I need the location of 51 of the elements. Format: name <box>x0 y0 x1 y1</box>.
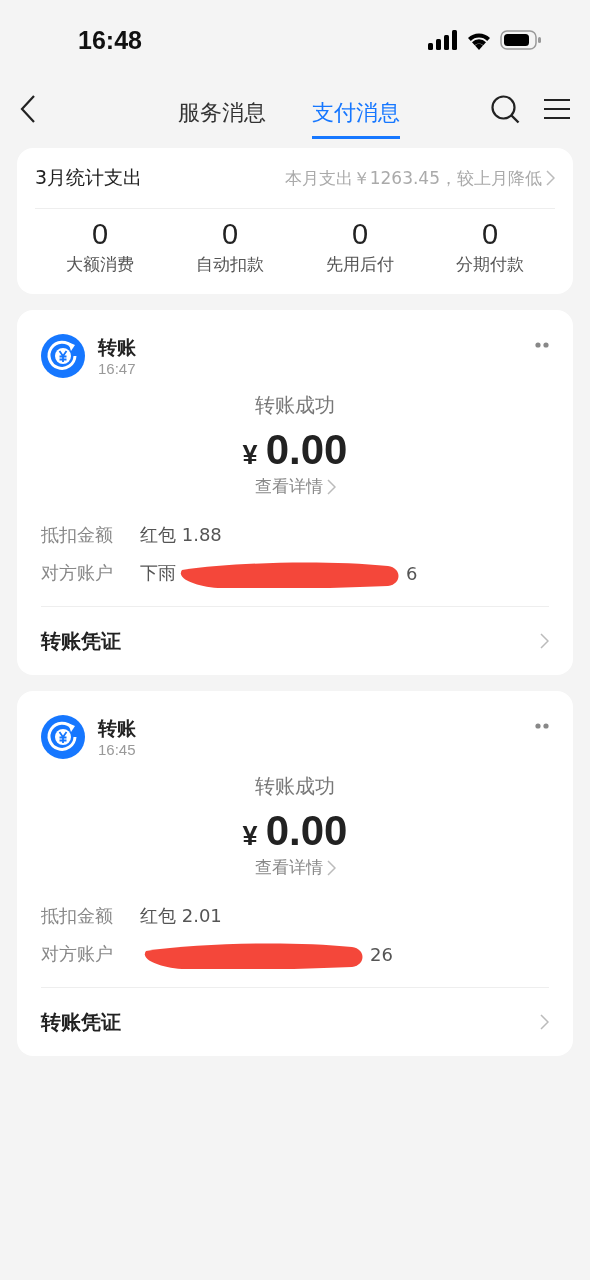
battery-icon <box>500 30 542 50</box>
message-title: 转账 <box>98 335 137 360</box>
field-label: 对方账户 <box>41 561 114 585</box>
stat-value: 0 <box>221 217 239 252</box>
menu-icon[interactable] <box>544 98 570 120</box>
voucher-link[interactable]: 转账凭证 <box>41 627 121 655</box>
details-link[interactable]: 查看详情 <box>254 475 323 498</box>
amount: 0.00 <box>265 427 348 473</box>
tab[interactable]: 服务消息 <box>177 87 266 139</box>
chevron-icon <box>540 1014 549 1030</box>
stat-label: 自动扣款 <box>196 253 264 276</box>
field-label: 抵扣金额 <box>41 904 114 928</box>
field-value: 26 <box>370 943 393 965</box>
transfer-status: 转账成功 <box>255 392 335 419</box>
chevron-icon <box>326 478 336 495</box>
message-title: 转账 <box>98 716 137 741</box>
summary-note[interactable]: 本月支出￥1263.45，较上月降低 <box>284 166 542 190</box>
chevron-icon <box>540 633 549 649</box>
field-value: 红包 1.88 <box>140 523 222 547</box>
message-time: 16:45 <box>98 741 137 758</box>
stat-value: 0 <box>481 217 499 252</box>
voucher-link[interactable]: 转账凭证 <box>41 1008 121 1036</box>
summary-title: 3月统计支出 <box>35 165 143 190</box>
wifi-icon <box>466 30 492 50</box>
stat-label: 分期付款 <box>456 253 524 276</box>
transfer-icon <box>41 334 85 378</box>
details-link[interactable]: 查看详情 <box>254 856 323 879</box>
stat-label: 大额消费 <box>66 253 134 276</box>
status-time: 16:48 <box>78 25 142 55</box>
stat-value: 0 <box>351 217 369 252</box>
currency-symbol: ¥ <box>242 821 258 852</box>
transfer-icon <box>41 715 85 759</box>
tab[interactable]: 支付消息 <box>311 87 400 139</box>
back-icon[interactable] <box>20 95 36 123</box>
message-time: 16:47 <box>98 360 137 377</box>
currency-symbol: ¥ <box>242 440 258 471</box>
field-label: 对方账户 <box>41 942 114 966</box>
search-icon[interactable] <box>491 94 520 124</box>
stat-label: 先用后付 <box>326 253 394 276</box>
chevron-icon <box>546 170 555 186</box>
field-value: 红包 2.01 <box>140 904 222 928</box>
chevron-icon <box>326 859 336 876</box>
field-label: 抵扣金额 <box>41 523 114 547</box>
transfer-status: 转账成功 <box>255 773 335 800</box>
field-value: 下雨 <box>140 561 176 585</box>
stat-value: 0 <box>91 217 109 252</box>
amount: 0.00 <box>265 808 348 854</box>
signal-icon <box>428 30 458 50</box>
more-icon[interactable] <box>535 723 549 729</box>
more-icon[interactable] <box>535 342 549 348</box>
field-value: 6 <box>406 562 418 584</box>
